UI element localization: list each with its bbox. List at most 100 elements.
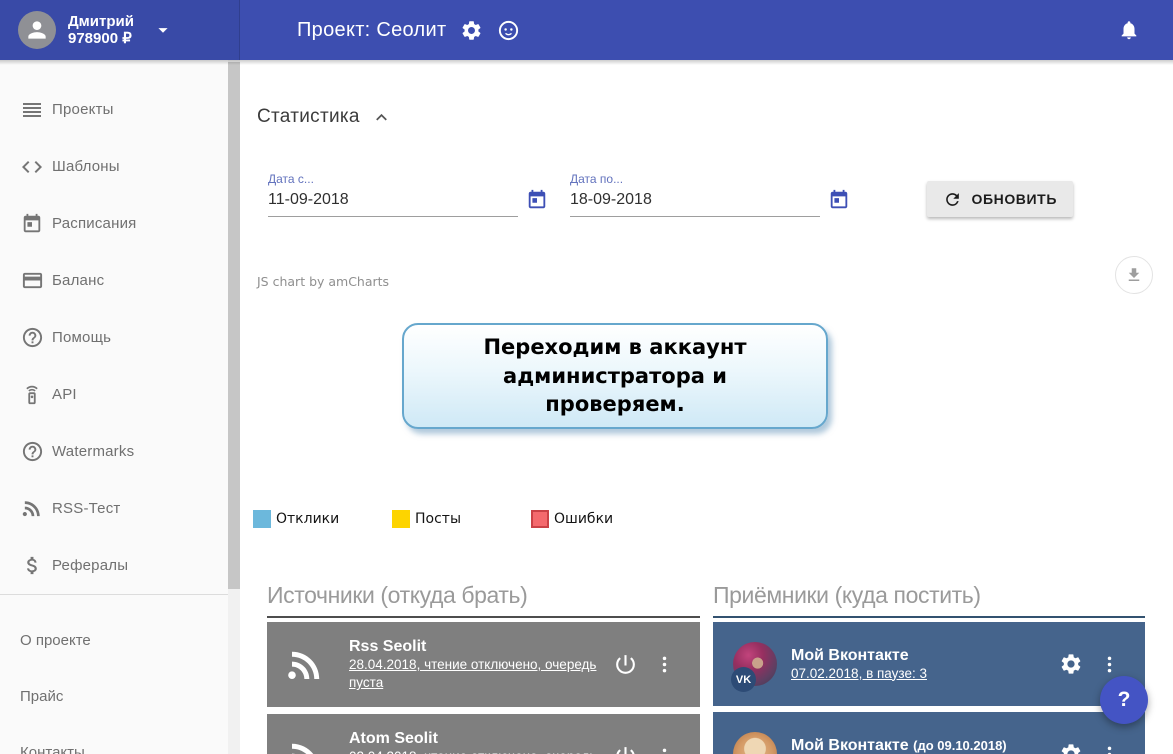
- date-from-value: 11-09-2018: [268, 191, 518, 209]
- rss-icon: [20, 497, 44, 521]
- sidebar-item-balance[interactable]: Баланс: [0, 252, 240, 309]
- sidebar-item-label: Рефералы: [52, 557, 128, 574]
- sidebar-item-schedules[interactable]: Расписания: [0, 195, 240, 252]
- help-circle-icon: [20, 326, 44, 350]
- sidebar-item-contacts[interactable]: Контакты: [0, 724, 240, 754]
- date-to-field: Дата по... 18-09-2018: [570, 172, 850, 217]
- kebab-menu-icon[interactable]: [1099, 654, 1120, 675]
- user-menu[interactable]: Дмитрий 978900 ₽: [0, 0, 240, 60]
- calendar-picker-icon[interactable]: [526, 189, 548, 211]
- legend-swatch-blue: [253, 510, 271, 528]
- sidebar-scrollbar-thumb[interactable]: [228, 62, 240, 589]
- sidebar-item-referrals[interactable]: Рефералы: [0, 537, 240, 594]
- rss-icon: [285, 736, 327, 754]
- receiver-card-actions: [1059, 742, 1120, 754]
- chevron-up-icon: [372, 108, 391, 127]
- sidebar-item-api[interactable]: API: [0, 366, 240, 423]
- sidebar: Проекты Шаблоны Расписания Баланс Помощь: [0, 60, 240, 754]
- dollar-icon: [20, 554, 44, 578]
- sidebar-item-pricing[interactable]: Прайс: [0, 668, 240, 724]
- sidebar-nav: Проекты Шаблоны Расписания Баланс Помощь: [0, 60, 240, 594]
- refresh-button-label: ОБНОВИТЬ: [971, 191, 1057, 207]
- date-to-value: 18-09-2018: [570, 191, 820, 209]
- sidebar-item-templates[interactable]: Шаблоны: [0, 138, 240, 195]
- source-card-actions: [613, 744, 675, 754]
- receiver-card-actions: [1059, 652, 1120, 676]
- rss-icon: [285, 644, 327, 686]
- kebab-menu-icon[interactable]: [654, 654, 675, 675]
- download-icon: [1125, 266, 1143, 284]
- gear-icon[interactable]: [1059, 742, 1083, 754]
- legend-item-posts[interactable]: Посты: [392, 510, 531, 528]
- amcharts-chart: JS chart by amCharts Переходим в аккаунт…: [240, 256, 1173, 540]
- list-icon: [20, 98, 44, 122]
- project-face-icon[interactable]: [497, 19, 520, 42]
- receiver-title-text: Мой Вконтакте: [791, 647, 909, 664]
- date-from-input[interactable]: Дата с... 11-09-2018: [268, 172, 518, 217]
- credit-card-icon: [20, 269, 44, 293]
- gear-icon[interactable]: [1059, 652, 1083, 676]
- kebab-menu-icon[interactable]: [1099, 744, 1120, 754]
- project-header: Проект: Сеолит: [297, 19, 520, 42]
- sidebar-item-label: Помощь: [52, 329, 111, 346]
- receivers-column: Приёмники (куда постить) VK Мой Вконтакт…: [713, 583, 1145, 754]
- source-status-link[interactable]: 28.04.2018, чтение отключено, очередь пу…: [349, 657, 596, 690]
- notifications-bell-icon[interactable]: [1118, 19, 1140, 46]
- kebab-menu-icon[interactable]: [654, 746, 675, 754]
- calendar-picker-icon[interactable]: [828, 189, 850, 211]
- help-fab-button[interactable]: ?: [1100, 676, 1148, 724]
- stats-section-toggle[interactable]: Статистика: [257, 106, 447, 128]
- legend-swatch-yellow: [392, 510, 410, 528]
- content-row: Проекты Шаблоны Расписания Баланс Помощь: [0, 60, 1173, 754]
- sidebar-item-help[interactable]: Помощь: [0, 309, 240, 366]
- user-name: Дмитрий: [68, 13, 134, 30]
- date-to-label: Дата по...: [570, 172, 820, 186]
- main-content: Статистика Дата с... 11-09-2018: [240, 60, 1173, 754]
- sidebar-item-about[interactable]: О проекте: [0, 612, 240, 668]
- user-balance: 978900 ₽: [68, 30, 134, 47]
- legend-label: Отклики: [276, 511, 339, 527]
- project-title: Проект: Сеолит: [297, 19, 446, 42]
- legend-item-errors[interactable]: Ошибки: [531, 510, 670, 528]
- remote-icon: [20, 383, 44, 407]
- source-title: Rss Seolit: [349, 637, 609, 656]
- sidebar-item-rss-test[interactable]: RSS-Тест: [0, 480, 240, 537]
- chart-export-button[interactable]: [1115, 256, 1153, 294]
- power-icon[interactable]: [613, 744, 638, 754]
- receiver-status-link[interactable]: 07.02.2018, в паузе: 3: [791, 666, 927, 681]
- source-card-rss-seolit: Rss Seolit 28.04.2018, чтение отключено,…: [267, 622, 700, 707]
- power-icon[interactable]: [613, 652, 638, 677]
- receivers-rule: [713, 616, 1145, 618]
- receiver-card-vk-2: VK Мой Вконтакте (до 09.10.2018) 30.01.2…: [713, 712, 1145, 754]
- receivers-header: Приёмники (куда постить): [713, 583, 1145, 607]
- date-from-field: Дата с... 11-09-2018: [268, 172, 548, 217]
- legend-item-responses[interactable]: Отклики: [253, 510, 392, 528]
- receiver-title: Мой Вконтакте: [791, 646, 1059, 665]
- avatar: [733, 732, 777, 754]
- refresh-button[interactable]: ОБНОВИТЬ: [927, 181, 1073, 217]
- receiver-card-texts: Мой Вконтакте 07.02.2018, в паузе: 3: [791, 646, 1059, 683]
- refresh-icon: [943, 190, 962, 209]
- source-card-atom-seolit: Atom Seolit 02.04.2018, чтение отключено…: [267, 714, 700, 754]
- receiver-avatar: VK: [733, 642, 777, 686]
- project-settings-gear-icon[interactable]: [460, 19, 483, 42]
- top-app-bar: Дмитрий 978900 ₽ Проект: Сеолит: [0, 0, 1173, 60]
- date-to-input[interactable]: Дата по... 18-09-2018: [570, 172, 820, 217]
- caret-down-icon: [152, 19, 174, 41]
- code-icon: [20, 155, 44, 179]
- chart-annotation-callout: Переходим в аккаунт администратора и про…: [402, 323, 828, 429]
- user-texts: Дмитрий 978900 ₽: [68, 13, 134, 47]
- source-status-link[interactable]: 02.04.2018, чтение отключено, очередь пу…: [349, 749, 596, 754]
- sidebar-item-projects[interactable]: Проекты: [0, 81, 240, 138]
- person-icon: [24, 17, 50, 43]
- legend-label: Посты: [415, 511, 461, 527]
- receiver-title-note: (до 09.10.2018): [913, 738, 1007, 753]
- date-filter-row: Дата с... 11-09-2018 Дата по... 18-09-20…: [268, 172, 1173, 217]
- source-title: Atom Seolit: [349, 729, 609, 748]
- source-card-texts: Rss Seolit 28.04.2018, чтение отключено,…: [349, 637, 609, 692]
- sidebar-item-label: Проекты: [52, 101, 114, 118]
- chart-legend: Отклики Посты Ошибки: [253, 510, 670, 528]
- sources-rule: [267, 616, 700, 618]
- user-avatar: [18, 11, 56, 49]
- sidebar-item-watermarks[interactable]: Watermarks: [0, 423, 240, 480]
